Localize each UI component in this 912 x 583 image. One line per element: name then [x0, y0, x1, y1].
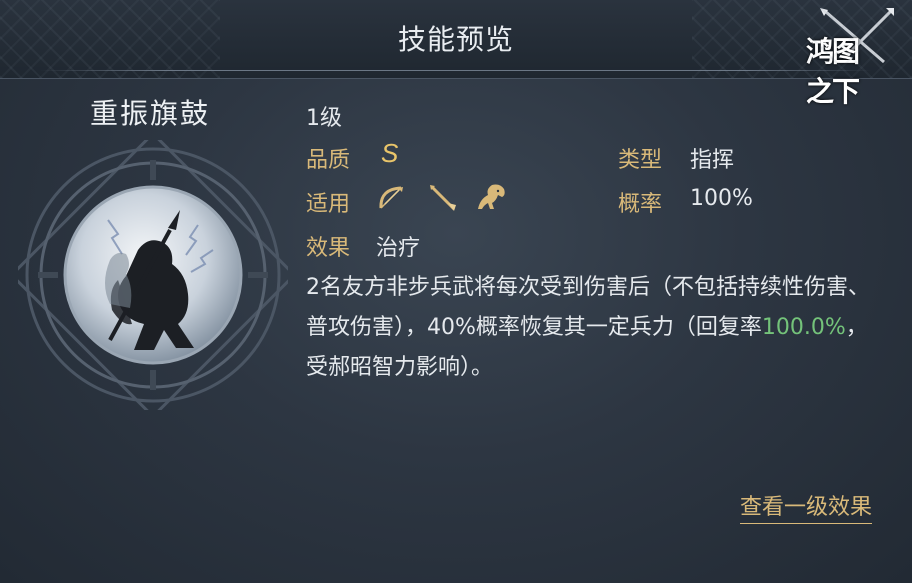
- spear-icon: [428, 183, 458, 213]
- bow-icon: [376, 183, 406, 213]
- quality-grade: S: [381, 138, 399, 168]
- applicable-label: 适用: [306, 192, 351, 217]
- effect-label: 效果: [306, 236, 351, 261]
- page-title: 技能预览: [397, 23, 514, 56]
- skill-description: 2名友方非步兵武将每次受到伤害后（不包括持续性伤害、普攻伤害），40%概率恢复其…: [306, 268, 876, 388]
- skill-emblem: [9, 131, 297, 419]
- recovery-rate-highlight: 100.0%: [761, 315, 846, 340]
- logo-crossed-blades-icon: [820, 8, 894, 64]
- skill-name: 重振旗鼓: [90, 97, 211, 130]
- probability-value: 100%: [690, 186, 753, 211]
- quality-label: 品质: [306, 148, 351, 173]
- probability-label: 概率: [618, 192, 663, 217]
- type-label: 类型: [618, 148, 663, 173]
- game-logo: 鸿图之下: [806, 6, 896, 108]
- skill-preview-panel: 技能预览 鸿图之下 重振旗鼓 1级 品质 S 类型 指挥 适用 概率 100% …: [0, 0, 912, 583]
- horse-icon: [474, 183, 505, 213]
- effect-value: 治疗: [376, 236, 421, 261]
- logo-text: 鸿图之下: [806, 35, 860, 108]
- warrior-portrait-icon: [9, 131, 297, 419]
- view-level1-effect-link[interactable]: 查看一级效果: [739, 489, 872, 524]
- title-bar: 技能预览 鸿图之下: [0, 0, 912, 108]
- title-divider: [40, 70, 872, 71]
- type-value: 指挥: [690, 148, 735, 173]
- skill-level: 1级: [306, 106, 342, 131]
